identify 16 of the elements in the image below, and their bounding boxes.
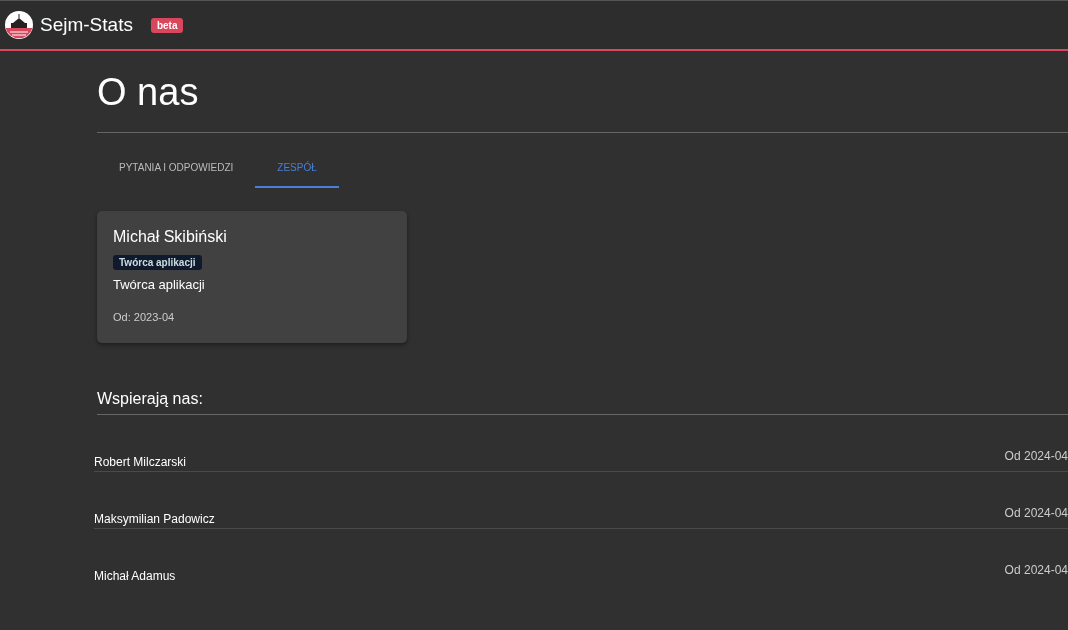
role-badge: Twórca aplikacji xyxy=(113,255,202,270)
logo-icon[interactable] xyxy=(4,10,34,40)
supporter-date: Od 2024-04 xyxy=(1004,563,1068,577)
supporter-name: Michał Adamus xyxy=(94,569,176,583)
section-title: Wspierają nas: xyxy=(97,390,1068,415)
tab[interactable]: PYTANIA I ODPOWIEDZI xyxy=(97,150,256,188)
member-role: Twórca aplikacji xyxy=(113,277,205,292)
page-title: O nas xyxy=(97,51,1068,133)
member-since: Od: 2023-04 xyxy=(113,311,175,323)
supporter-date: Od 2024-04 xyxy=(1004,449,1068,463)
member-name: Michał Skibiński xyxy=(113,228,227,246)
app-title[interactable]: Sejm-Stats xyxy=(40,14,133,36)
beta-badge: beta xyxy=(150,17,184,33)
supporter-name: Maksymilian Padowicz xyxy=(94,512,215,526)
supporter-date: Od 2024-04 xyxy=(1004,506,1068,520)
supporter-name: Robert Milczarski xyxy=(94,455,186,469)
